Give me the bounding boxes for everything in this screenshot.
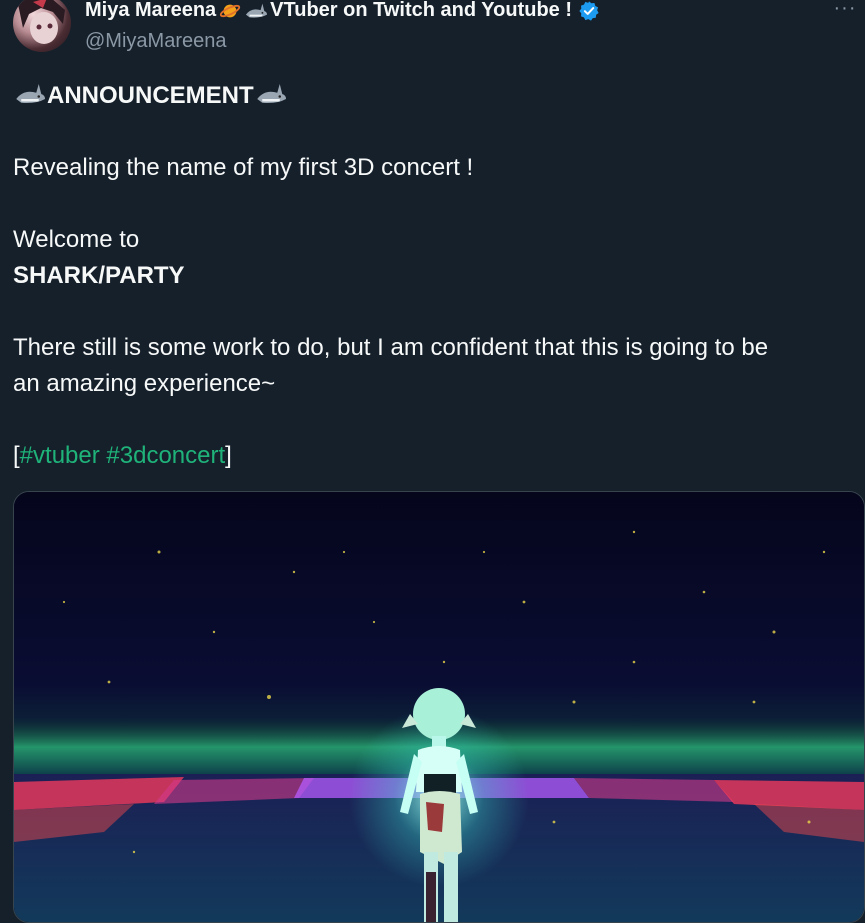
- author-handle[interactable]: @MiyaMareena: [85, 30, 226, 53]
- text-line: an amazing experience~: [13, 370, 276, 397]
- shark-emoji-icon: [256, 84, 286, 103]
- shark-emoji-icon: [16, 84, 45, 103]
- announcement-text: ANNOUNCEMENT: [47, 82, 254, 109]
- concert-stage-image[interactable]: [13, 491, 865, 923]
- bracket-close: ]: [225, 442, 232, 469]
- author-name-row[interactable]: Miya Mareena VTuber on Twitch and Youtub…: [85, 0, 600, 22]
- announcement-line: ANNOUNCEMENT: [13, 78, 853, 114]
- bracket-open: [: [13, 442, 20, 469]
- author-name-suffix[interactable]: VTuber on Twitch and Youtube !: [270, 0, 572, 22]
- hashtag-3dconcert[interactable]: #3dconcert: [106, 442, 225, 469]
- verified-badge-icon: [579, 0, 599, 21]
- hashtag-vtuber[interactable]: #vtuber: [20, 442, 100, 469]
- concert-name: SHARK/PARTY: [13, 262, 185, 289]
- shark-emoji-icon: [246, 3, 268, 18]
- text-line: Welcome to: [13, 226, 140, 253]
- text-line: There still is some work to do, but I am…: [13, 334, 769, 361]
- author-display-name[interactable]: Miya Mareena: [85, 0, 216, 22]
- more-options-icon[interactable]: ···: [833, 0, 857, 22]
- tweet-header: Miya Mareena VTuber on Twitch and Youtub…: [0, 0, 865, 60]
- text-line: Revealing the name of my first 3D concer…: [13, 154, 474, 181]
- planet-emoji-icon: [220, 4, 241, 17]
- author-avatar[interactable]: [13, 0, 71, 52]
- tweet-text: ANNOUNCEMENT Revealing the name of my fi…: [13, 78, 853, 474]
- hashtag-line: [#vtuber #3dconcert]: [13, 438, 853, 474]
